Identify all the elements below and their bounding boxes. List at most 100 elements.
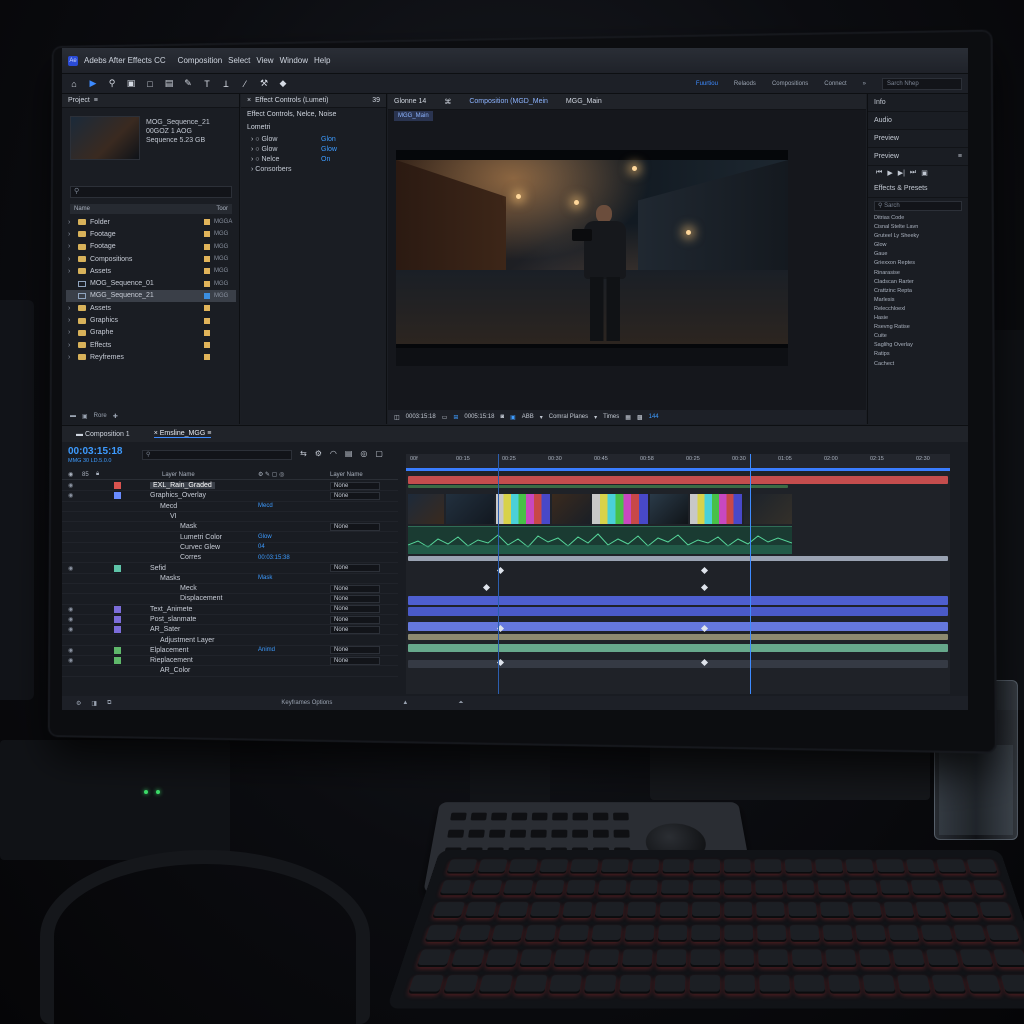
layer-name[interactable]: Text_Animete [150,606,192,613]
layer-property-value[interactable]: Animd [258,647,275,653]
draft-3d-icon[interactable]: ⚙ [315,449,322,458]
preview-panel-tab[interactable]: Preview [868,130,968,148]
motion-blur-icon[interactable]: ◎ [360,449,367,458]
layer-bar-grey[interactable] [408,556,948,561]
first-frame-icon[interactable]: ⏮ [876,169,882,177]
workspace-tab[interactable]: Relaods [734,81,756,87]
timeline-layer[interactable]: ◉ Post_slanmate None [62,615,398,625]
chevron-right-icon[interactable]: › [68,305,74,312]
time-ruler[interactable]: 00f 00:15 00:25 00:30 00:45 00:58 00:25 00:30 01… [406,454,950,468]
chevron-right-icon[interactable]: › [68,268,74,275]
chevron-right-icon[interactable]: › [68,354,74,361]
parent-dropdown[interactable]: None [330,595,380,603]
keyframe[interactable] [701,584,708,591]
brush-tool-icon[interactable]: ⁄ [239,79,251,89]
timeline-timecode[interactable]: 00:03:15:18 [68,446,122,457]
timeline-layer[interactable]: Masks Mask [62,574,398,584]
layer-name[interactable]: AR_Sater [150,626,180,633]
panel-menu-icon[interactable]: ≡ [958,153,968,160]
camera-tool-icon[interactable]: ▣ [125,78,137,89]
menu-composition[interactable]: Composition [178,56,222,65]
channel-icon[interactable]: ▣ [510,414,516,421]
keyframe[interactable] [483,584,490,591]
type-tool-icon[interactable]: T [201,79,213,89]
list-item[interactable]: › Assets MGG [66,265,236,277]
effect-item[interactable]: Cisnal Stelte Lavn [874,223,962,232]
help-search-input[interactable]: Sarch Nhep [882,78,962,90]
effect-item[interactable]: Rsevng Ratise [874,323,962,332]
parent-dropdown[interactable]: None [330,626,380,634]
toggle-icon[interactable]: ▦ [625,414,631,421]
layer-bar-blue[interactable] [408,622,948,631]
keyframe-options[interactable]: Keyframes Options [281,700,332,706]
transparency-icon[interactable]: ▩ [637,414,643,421]
workspace-tab[interactable]: Fuurtiou [696,81,718,87]
layer-bar-dark[interactable] [408,660,948,668]
timeline-layer[interactable]: Adjustment Layer [62,635,398,645]
layer-name[interactable]: Masks [160,575,180,582]
layer-name[interactable]: Elplacement [150,647,189,654]
chevron-right-icon[interactable]: › [68,317,74,324]
layer-name[interactable]: Adjustment Layer [160,637,214,644]
layer-bar-green-thin[interactable] [408,485,788,488]
layer-name[interactable]: Graphics_Overlay [150,492,206,499]
effect-row[interactable]: › ○ Glow Glon [241,134,386,144]
layer-name[interactable]: Post_slanmate [150,616,196,623]
zoom-out-icon[interactable]: ▲ [402,700,408,706]
layer-bar-blue[interactable] [408,596,948,605]
clip-thumbnail[interactable] [744,494,792,524]
effect-item[interactable]: Glow [874,241,962,250]
layer-bar-green[interactable] [408,644,948,652]
project-search-input[interactable]: ⚲ [70,186,232,198]
layer-property-value[interactable]: Mask [258,575,272,581]
visibility-icon[interactable]: ◉ [68,616,73,623]
timeline-layer[interactable]: ◉ AR_Sater None [62,625,398,635]
info-panel-tab[interactable]: Info [868,94,968,112]
timeline-layer[interactable]: ◉ Graphics_Overlay None [62,491,398,501]
list-item[interactable]: › Graphe [66,327,236,339]
list-item-selected[interactable]: MGG_Sequence_21 MGG [66,290,236,302]
audio-panel-tab[interactable]: Audio [868,112,968,130]
region-icon[interactable]: ▭ [442,414,448,421]
chevron-right-icon[interactable]: › [68,342,74,349]
visibility-icon[interactable]: ◉ [68,647,73,654]
label-color[interactable] [114,492,121,499]
workspace-tab[interactable]: Compositions [772,81,808,87]
chevron-down-icon[interactable]: ▾ [540,414,543,421]
effect-item[interactable]: Gaue [874,250,962,259]
pen-tool-icon[interactable]: ✎ [182,78,194,89]
parent-dropdown[interactable]: None [330,564,380,572]
effect-item[interactable]: Cuite [874,332,962,341]
visibility-icon[interactable]: ◉ [68,482,73,489]
effect-item[interactable]: Saglihg Overlay [874,341,962,350]
layer-name[interactable]: Displacement [180,595,222,602]
label-color[interactable] [114,616,121,623]
loop-icon[interactable]: ▣ [921,169,928,177]
effect-item[interactable]: Gruteel Ly Sheeky [874,232,962,241]
eraser-tool-icon[interactable]: ◆ [277,78,289,89]
view-select[interactable]: Comral Planes [549,414,588,420]
timeline-layer[interactable]: Lumetri Color Glow [62,532,398,542]
effect-row[interactable]: › Consorbers [241,164,386,174]
layer-name[interactable]: Curvec Glew [180,544,220,551]
new-folder-icon[interactable]: ▬ [70,413,76,420]
layer-bar-olive[interactable] [408,634,948,640]
toggle-switches-icon[interactable]: ⚙ [76,700,81,707]
timeline-layer[interactable]: Curvec Glew 04 [62,543,398,553]
zoom-slider-icon[interactable]: ⏶ [458,700,463,707]
effect-group-name[interactable]: Lometri [241,121,386,134]
effect-item[interactable]: Relecchloexl [874,305,962,314]
timeline-layer[interactable]: Meck None [62,584,398,594]
snapshot-icon[interactable]: ◫ [394,414,400,421]
timeline-layer[interactable]: Displacement None [62,594,398,604]
clip-thumbnail[interactable] [552,494,590,524]
current-time[interactable]: 0003:15:18 [406,414,436,420]
tab-composition-1[interactable]: ▬ Composition 1 [76,431,130,438]
layer-property-value[interactable]: Mecd [258,503,273,509]
effect-row[interactable]: › ○ Glow Glow [241,144,386,154]
parent-dropdown[interactable]: None [330,482,380,490]
effect-item[interactable]: Crattzinc Repta [874,287,962,296]
layer-name[interactable]: VI [170,513,177,520]
effect-item[interactable]: Ratips [874,350,962,359]
rectangle-tool-icon[interactable]: □ [144,79,156,89]
